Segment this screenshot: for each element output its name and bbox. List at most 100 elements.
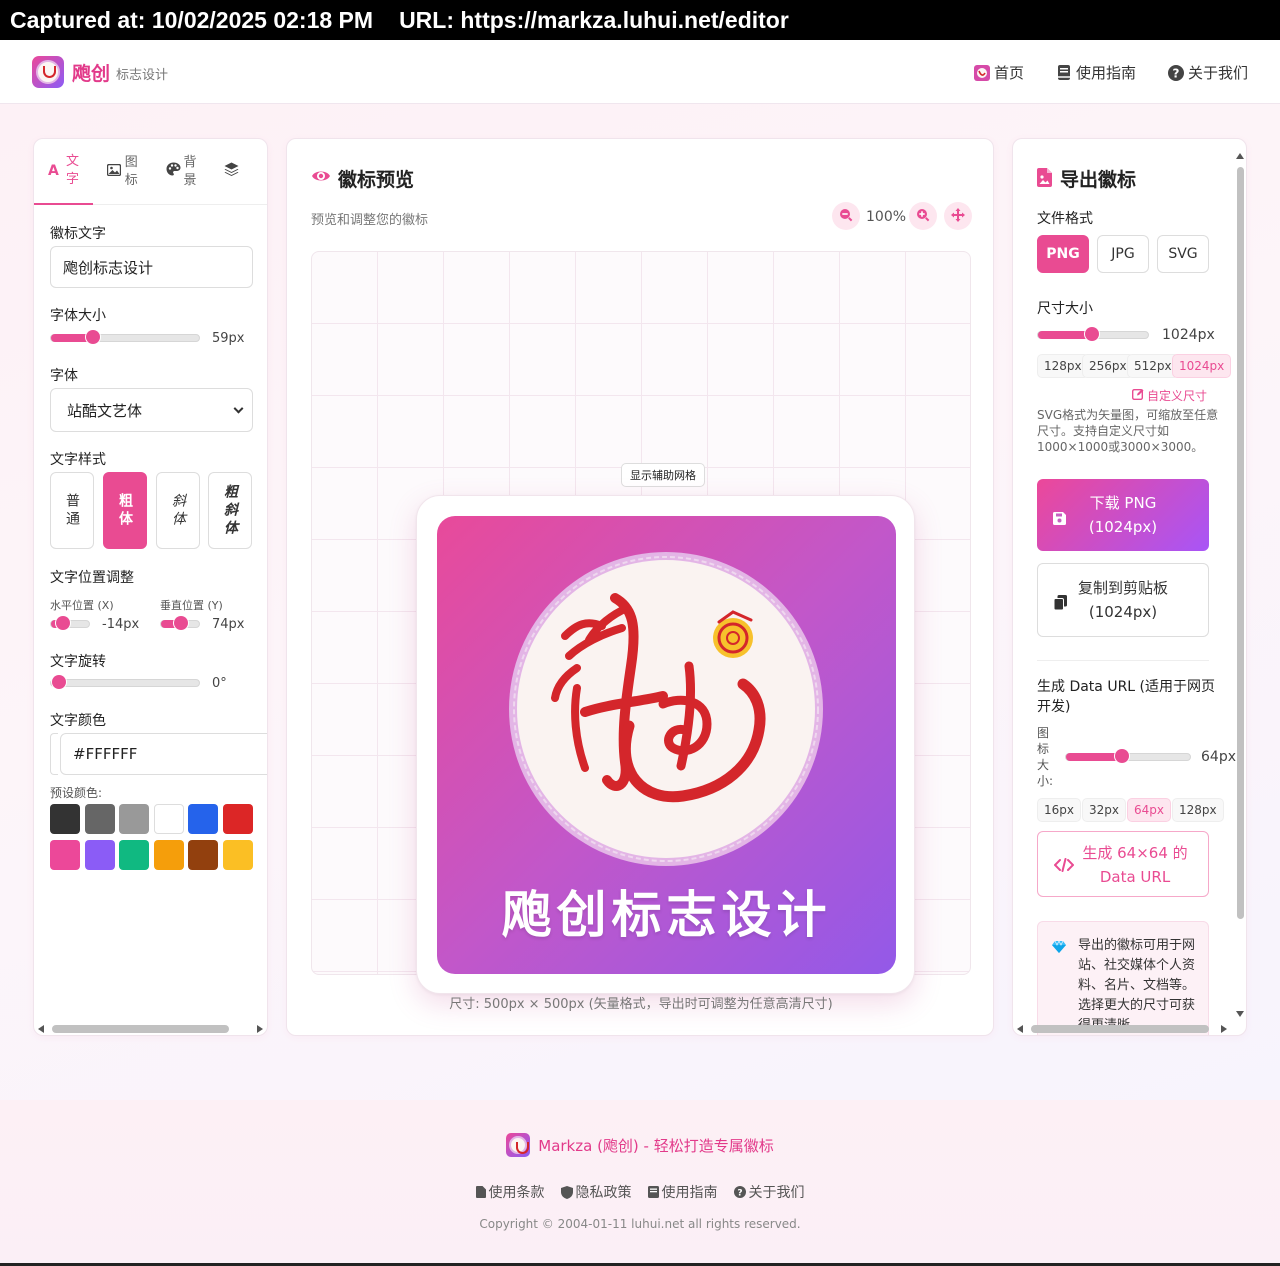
logo-preview[interactable]: 飑创标志设计 bbox=[437, 516, 896, 974]
scroll-left-icon[interactable] bbox=[38, 1025, 44, 1033]
preset-color-swatch[interactable] bbox=[222, 840, 253, 870]
nav-about-link[interactable]: ? 关于我们 bbox=[1167, 62, 1248, 83]
tab-layers[interactable] bbox=[210, 139, 267, 205]
preset-color-swatch[interactable] bbox=[119, 840, 149, 870]
preset-color-swatch[interactable] bbox=[153, 804, 184, 834]
scroll-right-icon[interactable] bbox=[1221, 1025, 1227, 1033]
tab-icon[interactable]: 图标 bbox=[93, 139, 152, 205]
preview-panel: 徽标预览 预览和调整您的徽标 100% 显示辅助网格 飑创标志设计 尺寸: 50… bbox=[286, 138, 994, 1036]
export-panel-vscrollbar[interactable] bbox=[1235, 153, 1245, 1019]
size-label: 尺寸大小 bbox=[1037, 301, 1093, 317]
preview-title: 徽标预览 bbox=[338, 169, 415, 191]
text-icon: A bbox=[48, 162, 59, 179]
export-panel-scroll-thumb-h[interactable] bbox=[1031, 1025, 1209, 1033]
preset-color-swatch[interactable] bbox=[84, 840, 115, 870]
generate-data-url-button[interactable]: 生成 64×64 的 Data URL bbox=[1037, 831, 1209, 897]
tab-background[interactable]: 背景 bbox=[152, 139, 211, 205]
footer-about-link[interactable]: ? 关于我们 bbox=[733, 1182, 805, 1202]
scroll-up-icon[interactable] bbox=[1236, 153, 1244, 159]
capture-time: Captured at: 10/02/2025 02:18 PM bbox=[10, 7, 374, 33]
size-preset-1024[interactable]: 1024px bbox=[1172, 354, 1232, 378]
style-bold-italic-button[interactable]: 粗斜体 bbox=[208, 472, 252, 549]
left-panel-scroll-thumb[interactable] bbox=[52, 1025, 229, 1033]
color-picker-swatch[interactable] bbox=[50, 733, 58, 775]
export-title: 导出徽标 bbox=[1060, 169, 1137, 191]
svg-text:?: ? bbox=[737, 1189, 742, 1199]
color-hex-input[interactable]: #FFFFFF bbox=[60, 733, 267, 775]
copy-icon bbox=[1053, 593, 1067, 617]
icon-size-slider[interactable] bbox=[1065, 749, 1191, 763]
preset-color-swatch[interactable] bbox=[222, 804, 253, 834]
zoom-in-button[interactable] bbox=[909, 202, 937, 230]
footer-terms-link[interactable]: 使用条款 bbox=[475, 1182, 545, 1202]
download-button[interactable]: 下载 PNG (1024px) bbox=[1037, 479, 1209, 551]
format-jpg-button[interactable]: JPG bbox=[1097, 235, 1149, 273]
preset-color-swatch[interactable] bbox=[188, 804, 218, 834]
rotation-slider[interactable] bbox=[50, 675, 200, 689]
scroll-left-icon[interactable] bbox=[1017, 1025, 1023, 1033]
scroll-down-icon[interactable] bbox=[1236, 1011, 1244, 1017]
nav-home-link[interactable]: 首页 bbox=[973, 62, 1024, 83]
rotation-slider-knob[interactable] bbox=[52, 675, 66, 689]
pos-y-label: 垂直位置 (Y) bbox=[160, 599, 223, 612]
export-panel-scroll-thumb[interactable] bbox=[1237, 167, 1244, 919]
style-bold-button[interactable]: 粗体 bbox=[103, 472, 147, 549]
font-size-slider[interactable] bbox=[50, 330, 200, 344]
size-preset-128[interactable]: 128px bbox=[1037, 354, 1089, 378]
style-italic-button[interactable]: 斜体 bbox=[156, 472, 200, 549]
pos-y-slider-knob[interactable] bbox=[174, 616, 188, 630]
format-svg-button[interactable]: SVG bbox=[1157, 235, 1209, 273]
move-arrows-icon bbox=[951, 207, 965, 226]
zoom-in-icon bbox=[916, 207, 930, 226]
copy-clipboard-button[interactable]: 复制到剪贴板 (1024px) bbox=[1037, 563, 1209, 637]
preset-color-swatch[interactable] bbox=[84, 804, 115, 834]
footer-guide-link[interactable]: 使用指南 bbox=[647, 1182, 718, 1202]
export-size-value: 1024px bbox=[1162, 327, 1215, 343]
capture-bar: Captured at: 10/02/2025 02:18 PM URL: htt… bbox=[0, 0, 1280, 40]
brand[interactable]: 飑创 标志设计 bbox=[32, 56, 168, 88]
icon-size-slider-knob[interactable] bbox=[1115, 749, 1129, 763]
style-normal-button[interactable]: 普通 bbox=[50, 472, 94, 549]
svg-text:?: ? bbox=[1173, 66, 1180, 80]
icon-preset-128[interactable]: 128px bbox=[1172, 798, 1224, 822]
reset-position-button[interactable] bbox=[944, 202, 972, 230]
book-icon bbox=[1056, 65, 1072, 81]
icon-preset-32[interactable]: 32px bbox=[1082, 798, 1126, 822]
custom-size-link[interactable]: 自定义尺寸 bbox=[1131, 387, 1207, 404]
pos-x-slider[interactable] bbox=[50, 616, 90, 630]
icon-preset-16[interactable]: 16px bbox=[1037, 798, 1081, 822]
export-size-slider[interactable] bbox=[1037, 327, 1149, 341]
icon-preset-64[interactable]: 64px bbox=[1127, 798, 1171, 822]
export-size-slider-knob[interactable] bbox=[1085, 327, 1099, 341]
export-panel-hscrollbar[interactable] bbox=[1017, 1021, 1231, 1035]
pos-y-slider[interactable] bbox=[160, 616, 200, 630]
preset-color-swatch[interactable] bbox=[153, 840, 184, 870]
tab-background-label: 背景 bbox=[183, 155, 197, 188]
tab-icon-label: 图标 bbox=[124, 155, 138, 188]
tab-text[interactable]: A 文字 bbox=[34, 139, 93, 205]
pos-x-value: -14px bbox=[102, 617, 140, 632]
size-preset-512[interactable]: 512px bbox=[1127, 354, 1179, 378]
toggle-grid-button[interactable]: 显示辅助网格 bbox=[621, 463, 705, 487]
chevron-down-icon bbox=[233, 403, 244, 414]
logo-text-input[interactable]: 飑创标志设计 bbox=[50, 246, 253, 288]
logo-text-label: 徽标文字 bbox=[50, 226, 106, 242]
preset-color-swatch[interactable] bbox=[50, 840, 80, 870]
scroll-right-icon[interactable] bbox=[257, 1025, 263, 1033]
pos-x-slider-knob[interactable] bbox=[56, 616, 70, 630]
footer-privacy-link[interactable]: 隐私政策 bbox=[560, 1182, 632, 1202]
nav-guide-link[interactable]: 使用指南 bbox=[1056, 62, 1136, 83]
font-size-slider-knob[interactable] bbox=[86, 330, 100, 344]
left-panel-scrollbar[interactable] bbox=[38, 1021, 266, 1035]
preset-color-swatch[interactable] bbox=[119, 804, 149, 834]
font-select[interactable]: 站酷文艺体 bbox=[50, 388, 253, 432]
format-png-button[interactable]: PNG bbox=[1037, 235, 1089, 273]
text-settings-panel: A 文字 图标 背景 徽标文字 飑创标志设计 字体大小 59px 字体 站酷文艺… bbox=[33, 138, 268, 1036]
preset-color-swatch[interactable] bbox=[50, 804, 80, 834]
preset-color-swatch[interactable] bbox=[188, 840, 218, 870]
size-preset-256[interactable]: 256px bbox=[1082, 354, 1134, 378]
edit-icon bbox=[1131, 388, 1144, 403]
home-logo-icon bbox=[973, 64, 990, 81]
zoom-out-button[interactable] bbox=[832, 202, 860, 230]
preview-canvas[interactable]: 显示辅助网格 飑创标志设计 bbox=[311, 251, 971, 994]
